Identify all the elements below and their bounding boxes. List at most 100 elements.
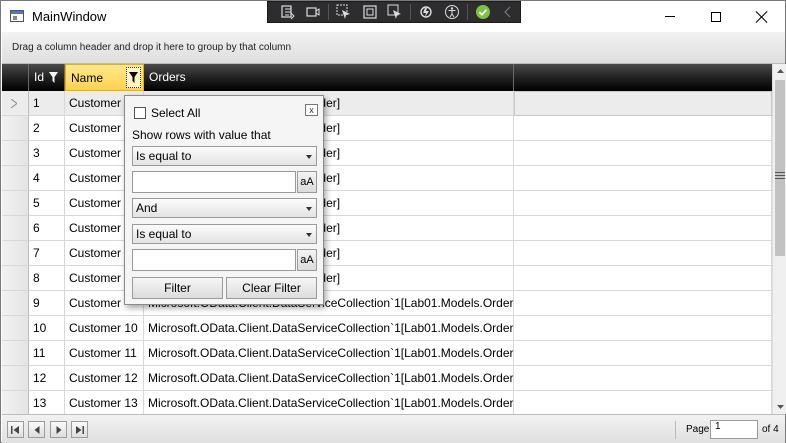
operator-select-2[interactable]: Is equal to	[132, 224, 317, 244]
cell-filler	[514, 116, 772, 141]
filter-value-input-2[interactable]	[132, 249, 296, 271]
cell-filler	[514, 341, 772, 366]
maximize-button[interactable]	[693, 1, 739, 32]
match-case-toggle-2[interactable]: aA	[297, 249, 317, 271]
row-indicator[interactable]	[2, 241, 29, 266]
cell-id[interactable]: 10	[29, 316, 65, 341]
select-element-button[interactable]	[333, 2, 356, 22]
row-indicator[interactable]	[2, 366, 29, 391]
first-page-button[interactable]	[7, 421, 24, 438]
filter-close-button[interactable]: x	[305, 104, 318, 116]
table-row[interactable]: 12 Customer 12 Microsoft.OData.Client.Da…	[2, 366, 772, 391]
cell-orders[interactable]: Microsoft.OData.Client.DataServiceCollec…	[144, 391, 514, 414]
logical-operator-select[interactable]: And	[132, 198, 317, 218]
collapse-toolbar-button[interactable]	[497, 2, 520, 22]
last-page-button[interactable]	[71, 421, 88, 438]
chevron-down-icon	[306, 233, 312, 237]
row-indicator[interactable]	[2, 266, 29, 291]
cell-id[interactable]: 6	[29, 216, 65, 241]
table-row[interactable]: 2 Customer ceCollection`1[Lab01.Models.O…	[2, 116, 772, 141]
cell-id[interactable]: 2	[29, 116, 65, 141]
row-indicator[interactable]	[2, 91, 29, 116]
cell-name[interactable]: Customer 11	[65, 341, 144, 366]
toolbar-separator	[328, 4, 329, 20]
live-visual-tree-button[interactable]	[276, 2, 299, 22]
table-row[interactable]: 1 Customer ceCollection`1[Lab01.Models.O…	[2, 91, 772, 116]
cell-orders[interactable]: Microsoft.OData.Client.DataServiceCollec…	[144, 341, 514, 366]
display-adorners-button[interactable]	[358, 2, 381, 22]
track-focus-icon	[387, 4, 401, 19]
grid-rows: 1 Customer ceCollection`1[Lab01.Models.O…	[2, 91, 772, 414]
next-page-button[interactable]	[50, 421, 67, 438]
cell-filler	[514, 266, 772, 291]
close-icon	[756, 11, 768, 23]
vertical-scrollbar[interactable]	[772, 64, 786, 414]
cell-id[interactable]: 5	[29, 191, 65, 216]
select-all-label: Select All	[151, 106, 201, 120]
row-indicator[interactable]	[2, 341, 29, 366]
status-ok-button[interactable]	[472, 2, 495, 22]
row-indicator[interactable]	[2, 391, 29, 414]
table-row[interactable]: 10 Customer 10 Microsoft.OData.Client.Da…	[2, 316, 772, 341]
cell-id[interactable]: 9	[29, 291, 65, 316]
accessibility-icon	[444, 5, 459, 19]
cell-name[interactable]: Customer 12	[65, 366, 144, 391]
select-all-checkbox[interactable]	[134, 107, 146, 119]
cell-id[interactable]: 13	[29, 391, 65, 414]
cell-id[interactable]: 3	[29, 141, 65, 166]
funnel-icon[interactable]	[49, 72, 58, 83]
accessibility-button[interactable]	[440, 2, 463, 22]
hot-reload-button[interactable]	[415, 2, 438, 22]
match-case-toggle-1[interactable]: aA	[297, 171, 317, 193]
group-panel[interactable]: Drag a column header and drop it here to…	[2, 32, 785, 64]
table-row[interactable]: 4 Customer ceCollection`1[Lab01.Models.O…	[2, 166, 772, 191]
scroll-up-button[interactable]	[773, 64, 786, 78]
cell-orders[interactable]: Microsoft.OData.Client.DataServiceCollec…	[144, 366, 514, 391]
header-indicator-cell	[2, 64, 29, 91]
cell-id[interactable]: 8	[29, 266, 65, 291]
cell-id[interactable]: 4	[29, 166, 65, 191]
table-row[interactable]: 7 Customer ceCollection`1[Lab01.Models.O…	[2, 241, 772, 266]
chevron-down-icon	[776, 405, 784, 409]
row-indicator[interactable]	[2, 291, 29, 316]
previous-page-button[interactable]	[28, 421, 45, 438]
row-indicator[interactable]	[2, 216, 29, 241]
name-filter-button[interactable]	[126, 67, 141, 88]
page-number-input[interactable]: 1	[710, 420, 758, 439]
table-row[interactable]: 8 Customer ceCollection`1[Lab01.Models.O…	[2, 266, 772, 291]
filter-button[interactable]: Filter	[132, 277, 223, 299]
cell-id[interactable]: 11	[29, 341, 65, 366]
cell-id[interactable]: 7	[29, 241, 65, 266]
filter-value-input-1[interactable]	[132, 171, 296, 193]
cell-filler	[514, 391, 772, 414]
table-row[interactable]: 13 Customer 13 Microsoft.OData.Client.Da…	[2, 391, 772, 414]
row-indicator[interactable]	[2, 166, 29, 191]
track-focus-button[interactable]	[383, 2, 406, 22]
record-button[interactable]	[301, 2, 324, 22]
row-indicator[interactable]	[2, 316, 29, 341]
table-row[interactable]: 9 Customer Microsoft.OData.Client.DataSe…	[2, 291, 772, 316]
operator-select-1[interactable]: Is equal to	[132, 146, 317, 166]
minimize-button[interactable]	[647, 1, 693, 32]
table-row[interactable]: 11 Customer 11 Microsoft.OData.Client.Da…	[2, 341, 772, 366]
camera-icon	[305, 7, 320, 17]
clear-filter-button[interactable]: Clear Filter	[226, 277, 317, 299]
scroll-down-button[interactable]	[773, 400, 786, 414]
table-row[interactable]: 3 Customer ceCollection`1[Lab01.Models.O…	[2, 141, 772, 166]
scroll-thumb[interactable]	[775, 80, 785, 256]
row-indicator[interactable]	[2, 116, 29, 141]
table-row[interactable]: 5 Customer ceCollection`1[Lab01.Models.O…	[2, 191, 772, 216]
row-indicator[interactable]	[2, 191, 29, 216]
operator-select-1-value: Is equal to	[136, 149, 192, 163]
row-indicator[interactable]	[2, 141, 29, 166]
cell-orders[interactable]: Microsoft.OData.Client.DataServiceCollec…	[144, 316, 514, 341]
close-button[interactable]	[739, 1, 785, 32]
column-header-name[interactable]: Name	[65, 64, 144, 91]
cell-name[interactable]: Customer 10	[65, 316, 144, 341]
column-header-id[interactable]: Id	[29, 64, 65, 91]
cell-id[interactable]: 12	[29, 366, 65, 391]
cell-name[interactable]: Customer 13	[65, 391, 144, 414]
column-header-orders[interactable]: Orders	[144, 64, 514, 91]
cell-id[interactable]: 1	[29, 91, 65, 116]
table-row[interactable]: 6 Customer ceCollection`1[Lab01.Models.O…	[2, 216, 772, 241]
